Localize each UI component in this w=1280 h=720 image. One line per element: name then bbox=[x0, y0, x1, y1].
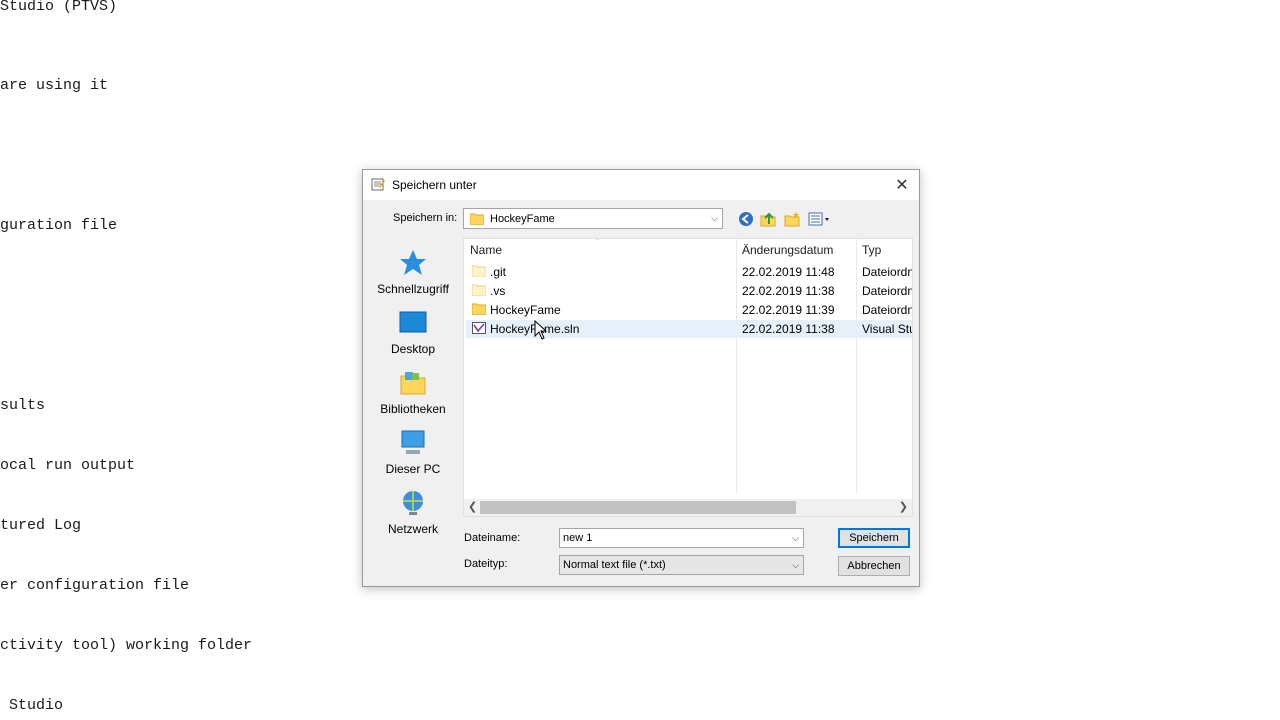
new-folder-icon bbox=[784, 212, 800, 227]
file-name: HockeyFame bbox=[490, 303, 561, 317]
file-name: .git bbox=[490, 265, 507, 279]
editor-line: sults bbox=[0, 397, 46, 414]
file-date: 22.02.2019 11:38 bbox=[742, 284, 835, 298]
file-type: Dateiordn bbox=[862, 265, 913, 279]
star-icon bbox=[400, 250, 426, 275]
save-in-dropdown[interactable]: HockeyFame ⌵ bbox=[463, 208, 723, 229]
filetype-dropdown[interactable]: Normal text file (*.txt) ⌵ bbox=[559, 555, 804, 575]
place-label: Desktop bbox=[390, 342, 436, 356]
sort-up-icon: ˆ bbox=[596, 238, 599, 247]
new-folder-button[interactable] bbox=[783, 210, 801, 228]
file-row[interactable]: .git 22.02.2019 11:48 Dateiordn bbox=[466, 263, 913, 281]
editor-line: ocal run output bbox=[0, 457, 136, 474]
save-as-dialog: Speichern unter ✕ Speichern in: HockeyFa… bbox=[362, 169, 920, 587]
scrollbar-thumb[interactable] bbox=[480, 501, 796, 514]
filetype-label: Dateityp: bbox=[464, 558, 508, 570]
save-in-label: Speichern in: bbox=[393, 212, 458, 224]
scroll-right-icon[interactable]: ❯ bbox=[899, 500, 908, 513]
place-desktop[interactable]: Desktop bbox=[369, 308, 457, 356]
place-quick-access[interactable]: Schnellzugriff bbox=[369, 248, 457, 296]
editor-line: are using it bbox=[0, 77, 109, 94]
filename-input[interactable]: new 1 ⌵ bbox=[559, 528, 804, 548]
file-type: Visual Stu bbox=[862, 322, 913, 336]
file-row[interactable]: HockeyFame 22.02.2019 11:39 Dateiordn bbox=[466, 301, 913, 319]
place-this-pc[interactable]: Dieser PC bbox=[369, 428, 457, 476]
editor-line: er configuration file bbox=[0, 577, 190, 594]
up-folder-icon bbox=[760, 212, 776, 227]
folder-faded-icon bbox=[472, 284, 486, 296]
file-date: 22.02.2019 11:38 bbox=[742, 322, 835, 336]
chevron-down-icon: ⌵ bbox=[792, 559, 799, 570]
notepad-icon bbox=[371, 178, 385, 191]
close-icon: ✕ bbox=[895, 177, 909, 194]
back-arrow-icon bbox=[739, 212, 753, 226]
folder-icon bbox=[472, 303, 486, 315]
mouse-cursor-icon bbox=[534, 320, 548, 340]
close-button[interactable]: ✕ bbox=[891, 174, 913, 196]
horizontal-scrollbar[interactable]: ❮ ❯ bbox=[464, 499, 912, 516]
place-label: Bibliotheken bbox=[380, 402, 446, 416]
column-header-type[interactable]: Typ bbox=[862, 239, 881, 261]
column-header-date[interactable]: Änderungsdatum bbox=[742, 239, 833, 261]
editor-line: ctivity tool) working folder bbox=[0, 637, 253, 654]
chevron-down-icon[interactable]: ⌵ bbox=[792, 529, 799, 547]
editor-line: Studio (PTVS) bbox=[0, 0, 118, 15]
chevron-down-icon: ⌵ bbox=[711, 213, 718, 223]
save-in-value: HockeyFame bbox=[490, 212, 555, 225]
view-menu-button[interactable] bbox=[807, 210, 833, 228]
place-label: Schnellzugriff bbox=[377, 282, 449, 296]
dialog-title: Speichern unter bbox=[392, 178, 477, 192]
place-label: Dieser PC bbox=[385, 462, 441, 476]
back-button[interactable] bbox=[737, 210, 755, 228]
file-row[interactable]: .vs 22.02.2019 11:38 Dateiordn bbox=[466, 282, 913, 300]
view-menu-icon bbox=[808, 212, 829, 226]
filename-label: Dateiname: bbox=[464, 532, 521, 544]
desktop-icon bbox=[399, 311, 427, 333]
computer-icon bbox=[401, 430, 425, 454]
cancel-button[interactable]: Abbrechen bbox=[838, 556, 910, 576]
dialog-titlebar[interactable]: Speichern unter ✕ bbox=[363, 170, 919, 200]
editor-line: guration file bbox=[0, 217, 118, 234]
folder-faded-icon bbox=[472, 265, 486, 277]
sln-file-icon bbox=[472, 322, 486, 334]
filename-value: new 1 bbox=[563, 532, 593, 544]
file-date: 22.02.2019 11:48 bbox=[742, 265, 835, 279]
up-folder-button[interactable] bbox=[759, 210, 777, 228]
place-network[interactable]: Netzwerk bbox=[369, 488, 457, 536]
network-icon bbox=[403, 491, 423, 515]
file-date: 22.02.2019 11:39 bbox=[742, 303, 835, 317]
file-type: Dateiordn bbox=[862, 303, 913, 317]
column-header-name[interactable]: Name bbox=[470, 239, 502, 261]
scroll-left-icon[interactable]: ❮ bbox=[468, 500, 477, 513]
place-label: Netzwerk bbox=[387, 522, 438, 536]
save-button[interactable]: Speichern bbox=[838, 528, 910, 548]
file-list[interactable]: Name ˆ Änderungsdatum Typ .git 22.02.201… bbox=[463, 238, 913, 517]
editor-line: Studio bbox=[0, 697, 64, 714]
folder-icon bbox=[470, 213, 484, 225]
place-libraries[interactable]: Bibliotheken bbox=[369, 368, 457, 416]
file-type: Dateiordn bbox=[862, 284, 913, 298]
file-name: .vs bbox=[490, 284, 506, 298]
filetype-value: Normal text file (*.txt) bbox=[563, 559, 666, 571]
libraries-icon bbox=[400, 372, 426, 395]
editor-line: tured Log bbox=[0, 517, 82, 534]
